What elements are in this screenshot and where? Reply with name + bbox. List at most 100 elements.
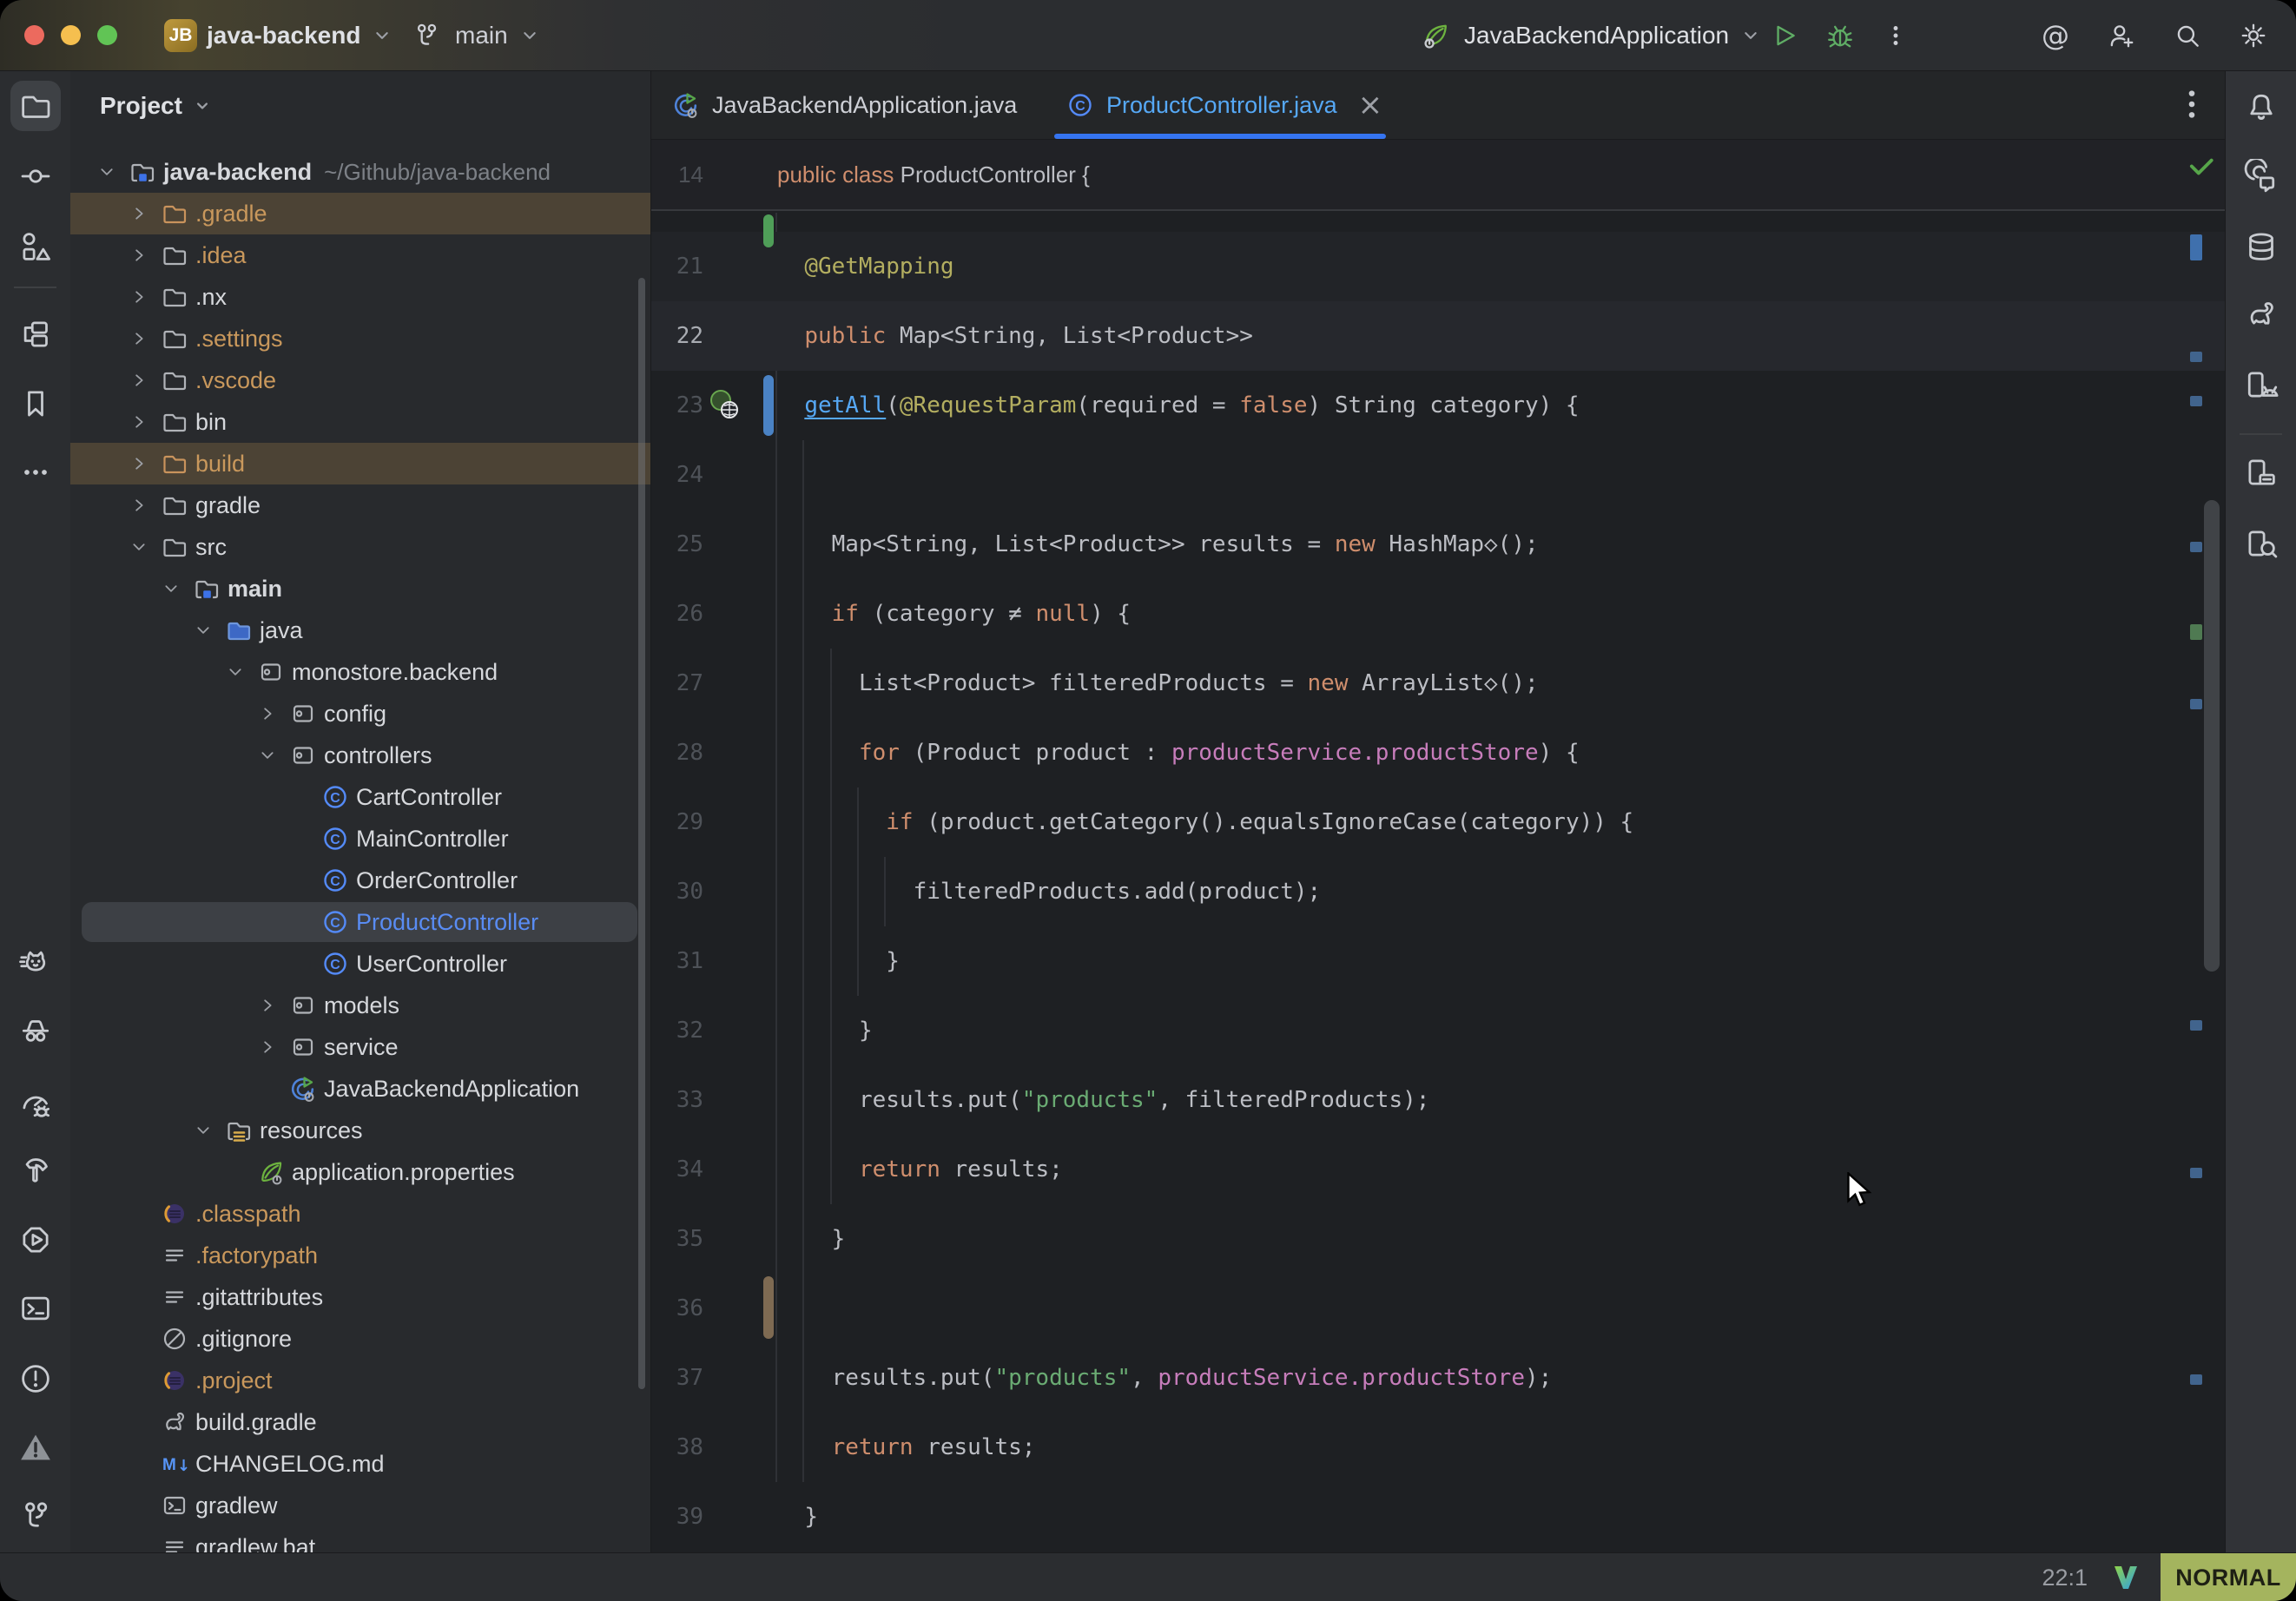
tree-item-gradlew-bat[interactable]: gradlew.bat [70, 1526, 650, 1552]
tree-item-gradlew[interactable]: gradlew [70, 1485, 650, 1526]
minimize-window-button[interactable] [61, 25, 81, 45]
chevron-right-icon[interactable] [128, 452, 150, 475]
tab-options-icon[interactable] [2173, 85, 2211, 123]
tab-javabackendapplication[interactable]: JavaBackendApplication.java [672, 71, 1017, 139]
services-icon[interactable] [16, 1220, 56, 1260]
chevron-down-icon[interactable] [96, 161, 118, 183]
tree-item-bin[interactable]: bin [70, 401, 650, 443]
run-play-icon[interactable] [1766, 17, 1803, 54]
git-branch-icon[interactable] [16, 1496, 56, 1536]
tree-item-productcontroller[interactable]: CProductController [70, 901, 650, 943]
tree-item-ordercontroller[interactable]: COrderController [70, 860, 650, 901]
chevron-right-icon[interactable] [128, 411, 150, 433]
tree-item-build[interactable]: build [70, 443, 650, 484]
settings-gear-icon[interactable] [2235, 17, 2272, 54]
problems-icon[interactable] [16, 1359, 56, 1399]
tree-item-usercontroller[interactable]: CUserController [70, 943, 650, 985]
notifications-bell-icon[interactable] [2241, 88, 2281, 128]
code-line-23[interactable]: 23getAll(@RequestParam(required = false)… [651, 371, 2225, 440]
tree-item--nx[interactable]: .nx [70, 276, 650, 318]
chevron-right-icon[interactable] [256, 702, 279, 725]
tree-item--gradle[interactable]: .gradle [70, 193, 650, 234]
incognito-icon[interactable] [16, 1010, 56, 1050]
warning-icon[interactable] [16, 1427, 56, 1467]
caret-position-widget[interactable]: 22:1 [2042, 1565, 2088, 1591]
add-user-icon[interactable] [2103, 17, 2140, 54]
tree-item-config[interactable]: config [70, 693, 650, 735]
code-line-32[interactable]: 32} [651, 996, 2225, 1065]
inspections-ok-icon[interactable] [2187, 151, 2216, 181]
tree-item-javabackendapplication[interactable]: JavaBackendApplication [70, 1068, 650, 1110]
tree-item-main[interactable]: main [70, 568, 650, 609]
mention-at-icon[interactable]: @ [2037, 17, 2074, 54]
gradle-icon[interactable] [2241, 294, 2281, 334]
code-line-30[interactable]: 30filteredProducts.add(product); [651, 857, 2225, 926]
code-line-34[interactable]: 34return results; [651, 1135, 2225, 1204]
hierarchy-icon[interactable] [16, 314, 56, 354]
tree-item-application-properties[interactable]: application.properties [70, 1151, 650, 1193]
code-line-25[interactable]: 25Map<String, List<Product>> results = n… [651, 510, 2225, 579]
tree-item-build-gradle[interactable]: build.gradle [70, 1401, 650, 1443]
close-window-button[interactable] [24, 25, 44, 45]
endpoint-globe-icon[interactable] [709, 388, 743, 423]
tree-item-java-backend[interactable]: java-backend~/Github/java-backend [70, 151, 650, 193]
chevron-down-icon[interactable] [192, 619, 214, 642]
tab-productcontroller[interactable]: C ProductController.java × [1066, 71, 1382, 139]
code-line-37[interactable]: 37results.put("products", productService… [651, 1343, 2225, 1413]
more-vertical-icon[interactable] [1877, 17, 1914, 54]
run-configuration-widget[interactable]: JavaBackendApplication [1417, 0, 1762, 70]
git-branch-widget[interactable]: main [408, 0, 541, 70]
tree-item--idea[interactable]: .idea [70, 234, 650, 276]
code-line-21[interactable]: 21@GetMapping [651, 232, 2225, 301]
chevron-right-icon[interactable] [128, 327, 150, 350]
tree-item-monostore-backend[interactable]: monostore.backend [70, 651, 650, 693]
running-devices-icon[interactable] [2241, 365, 2281, 405]
code-line-22[interactable]: 22public Map<String, List<Product>> [651, 301, 2225, 371]
vim-mode-badge[interactable]: NORMAL [2161, 1553, 2296, 1601]
code-line-38[interactable]: 38return results; [651, 1413, 2225, 1482]
tree-item--gitignore[interactable]: .gitignore [70, 1318, 650, 1360]
code-line-35[interactable]: 35} [651, 1204, 2225, 1274]
tree-item-java[interactable]: java [70, 609, 650, 651]
chevron-down-icon[interactable] [128, 536, 150, 558]
database-icon[interactable] [2241, 227, 2281, 267]
code-line-33[interactable]: 33results.put("products", filteredProduc… [651, 1065, 2225, 1135]
chevron-right-icon[interactable] [128, 494, 150, 517]
chevron-right-icon[interactable] [128, 286, 150, 308]
chevron-right-icon[interactable] [128, 202, 150, 225]
build-hammer-icon[interactable] [16, 1150, 56, 1190]
tree-item-maincontroller[interactable]: CMainController [70, 818, 650, 860]
tree-item--settings[interactable]: .settings [70, 318, 650, 359]
project-folder-icon[interactable] [16, 86, 56, 126]
copilot-cat-icon[interactable] [16, 943, 56, 983]
tree-item-models[interactable]: models [70, 985, 650, 1026]
sticky-line[interactable]: 14 public class ProductController { [651, 140, 2225, 209]
chevron-down-icon[interactable] [256, 744, 279, 767]
editor-scrollbar[interactable] [2204, 500, 2220, 972]
bookmarks-icon[interactable] [16, 384, 56, 424]
chevron-right-icon[interactable] [256, 994, 279, 1017]
layout-inspector-icon[interactable] [2241, 452, 2281, 492]
device-explorer-icon[interactable] [2241, 524, 2281, 563]
tree-item--vscode[interactable]: .vscode [70, 359, 650, 401]
tree-item-controllers[interactable]: controllers [70, 735, 650, 776]
profiler-icon[interactable] [16, 1084, 56, 1123]
tree-item--factorypath[interactable]: .factorypath [70, 1235, 650, 1276]
tree-item-src[interactable]: src [70, 526, 650, 568]
chevron-right-icon[interactable] [256, 1036, 279, 1058]
code-line-26[interactable]: 26if (category ≠ null) { [651, 579, 2225, 649]
terminal-icon[interactable] [16, 1288, 56, 1328]
chevron-down-icon[interactable] [224, 661, 247, 683]
tree-item-resources[interactable]: resources [70, 1110, 650, 1151]
code-line-39[interactable]: 39} [651, 1482, 2225, 1552]
commit-icon[interactable] [16, 156, 56, 196]
code-line-27[interactable]: 27List<Product> filteredProducts = new A… [651, 649, 2225, 718]
project-tree-scrollbar[interactable] [638, 278, 645, 1389]
project-widget[interactable]: java-backend [207, 0, 393, 70]
more-horizontal-icon[interactable] [16, 452, 56, 492]
tree-item--classpath[interactable]: .classpath [70, 1193, 650, 1235]
tree-item-changelog-md[interactable]: M↓CHANGELOG.md [70, 1443, 650, 1485]
chevron-down-icon[interactable] [192, 1119, 214, 1142]
tree-item-gradle[interactable]: gradle [70, 484, 650, 526]
ai-assistant-icon[interactable] [2241, 156, 2281, 196]
